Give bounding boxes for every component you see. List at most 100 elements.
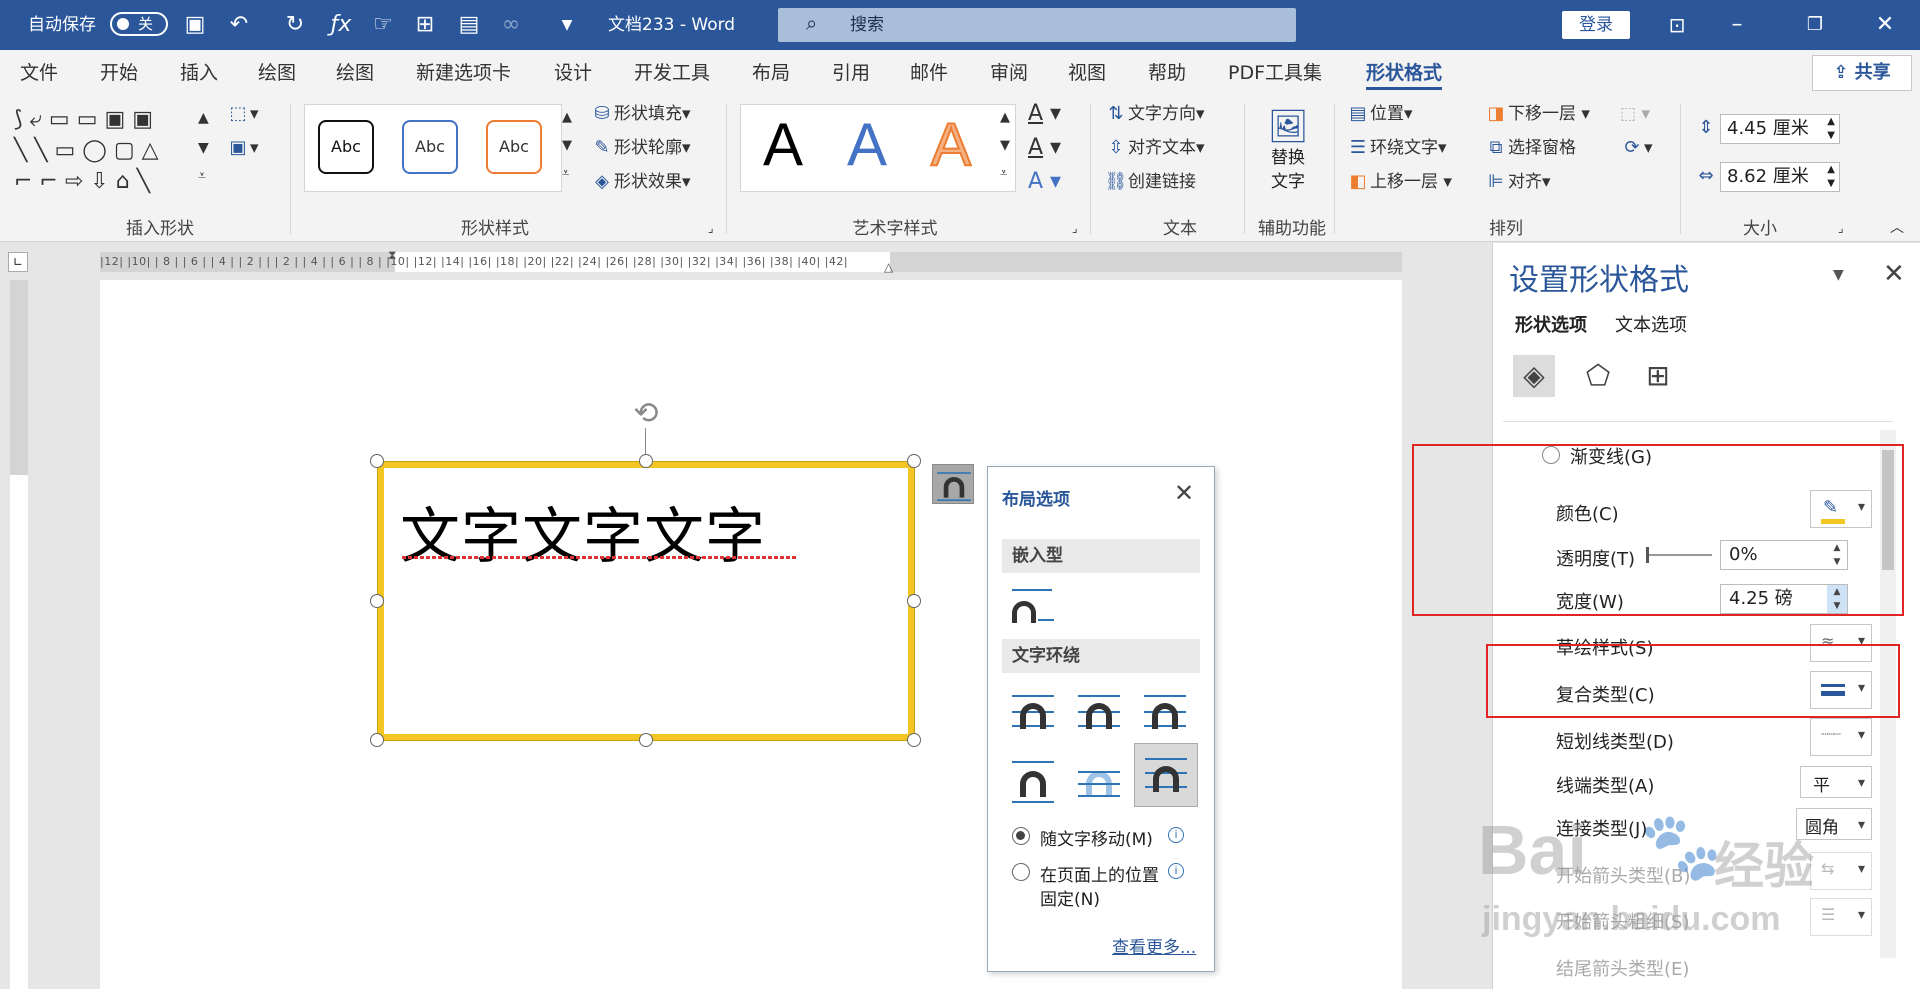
wrap-text-button[interactable]: ☰ 环绕文字▾ (1346, 134, 1447, 162)
tab-file[interactable]: 文件 (20, 50, 58, 96)
style-abc-black[interactable]: Abc (318, 120, 374, 174)
selection-pane-button[interactable]: ⧉ 选择窗格 (1484, 134, 1576, 162)
resize-handle-bl[interactable] (370, 733, 384, 747)
tab-home[interactable]: 开始 (100, 50, 138, 96)
horizontal-ruler[interactable]: |12| |10| | 8 | | 6 | | 4 | | 2 | | | 2 … (100, 248, 1402, 274)
textbox-text[interactable]: 文字文字文字 (400, 488, 766, 575)
indent-marker-icon[interactable]: ⧗ (388, 248, 396, 263)
ribbon-display-icon[interactable]: ⊡ (1662, 10, 1692, 40)
wordart-launcher-icon[interactable]: ⌟ (1072, 214, 1078, 242)
wrap-square-icon[interactable] (1006, 689, 1060, 737)
tab-pdf-tools[interactable]: PDF工具集 (1228, 50, 1322, 96)
send-backward-button[interactable]: ◨ 下移一层 ▾ (1484, 100, 1589, 128)
customize-toolbar-icon[interactable]: ▼ (552, 10, 582, 40)
collapse-ribbon-icon[interactable]: ︿ (1890, 214, 1904, 242)
tab-developer[interactable]: 开发工具 (634, 50, 710, 96)
fill-line-icon[interactable]: ◈ (1513, 355, 1555, 397)
tab-new[interactable]: 新建选项卡 (416, 50, 511, 96)
share-button[interactable]: ⇪ 共享 (1812, 55, 1912, 91)
height-input[interactable]: 4.45 厘米 ▲ ▼ (1720, 114, 1840, 144)
login-button[interactable]: 登录 (1562, 11, 1630, 39)
pane-close-icon[interactable]: ✕ (1883, 259, 1905, 289)
shape-outline-button[interactable]: ✎ 形状轮廓▾ (590, 134, 690, 162)
tab-text-options[interactable]: 文本选项 (1615, 311, 1687, 337)
rotate-icon[interactable]: ⟳ ▾ (1620, 134, 1652, 162)
wordart-orange[interactable]: A (916, 110, 986, 179)
tab-references[interactable]: 引用 (832, 50, 870, 96)
fix-position-radio[interactable] (1012, 863, 1030, 881)
search-box[interactable]: ⌕ 搜索 (778, 8, 1296, 42)
edit-shape-icon[interactable]: ⬚ ▾ (226, 100, 258, 128)
wrap-inline-icon[interactable] (1006, 583, 1060, 631)
function-icon[interactable]: ƒx (326, 10, 356, 40)
touch-mode-icon[interactable]: ☞ (368, 10, 398, 40)
tab-insert[interactable]: 插入 (180, 50, 218, 96)
resize-handle-r[interactable] (907, 594, 921, 608)
wordart-up-icon[interactable]: ▲ (1000, 104, 1010, 132)
resize-handle-br[interactable] (907, 733, 921, 747)
info-icon[interactable]: i (1168, 827, 1184, 843)
pane-options-icon[interactable]: ▼ (1833, 267, 1844, 283)
wordart-down-icon[interactable]: ▼ (1000, 132, 1010, 160)
tab-draw-2[interactable]: 绘图 (336, 50, 374, 96)
wordart-black[interactable]: A (748, 110, 818, 179)
save-icon[interactable]: ▣ (180, 10, 210, 40)
autosave-toggle[interactable]: 关 (110, 12, 168, 36)
wrap-through-icon[interactable] (1138, 689, 1192, 737)
link-icon[interactable]: ∞ (496, 10, 526, 40)
text-direction-button[interactable]: ⇅ 文字方向▾ (1104, 100, 1204, 128)
see-more-link[interactable]: 查看更多... (1112, 933, 1196, 958)
wordart-blue[interactable]: A (832, 110, 902, 179)
resize-handle-t[interactable] (639, 454, 653, 468)
dash-type-dropdown[interactable]: ┈┈┈ (1810, 718, 1872, 756)
vertical-ruler[interactable] (10, 280, 28, 989)
text-effects-icon[interactable]: A ▾ (1028, 168, 1061, 196)
tab-shape-options[interactable]: 形状选项 (1515, 311, 1587, 337)
resize-handle-tl[interactable] (370, 454, 384, 468)
gallery-down-icon[interactable]: ▼ (198, 134, 209, 162)
gallery-more-icon[interactable]: ⩡ (198, 162, 206, 190)
wrap-top-bottom-icon[interactable] (1006, 757, 1060, 805)
align-text-button[interactable]: ⇳ 对齐文本▾ (1104, 134, 1204, 162)
minimize-icon[interactable]: – (1722, 10, 1752, 40)
size-properties-icon[interactable]: ⊞ (1637, 355, 1679, 397)
resize-handle-l[interactable] (370, 594, 384, 608)
draw-textbox-icon[interactable]: ▣ ▾ (226, 134, 258, 162)
layout-options-button[interactable] (932, 464, 974, 504)
undo-icon[interactable]: ↶ (224, 10, 254, 40)
move-with-text-radio[interactable] (1012, 827, 1030, 845)
tab-layout[interactable]: 布局 (752, 50, 790, 96)
tab-view[interactable]: 视图 (1068, 50, 1106, 96)
wordart-more-icon[interactable]: ⩡ (1000, 160, 1007, 188)
shape-styles-launcher-icon[interactable]: ⌟ (708, 214, 714, 242)
tab-stop-selector[interactable]: ∟ (8, 252, 28, 272)
info-icon[interactable]: i (1168, 863, 1184, 879)
alt-text-button[interactable]: 🖼 替换 文字 (1262, 106, 1314, 216)
tab-draw-1[interactable]: 绘图 (258, 50, 296, 96)
tab-design[interactable]: 设计 (554, 50, 592, 96)
text-fill-icon[interactable]: A ▾ (1028, 100, 1061, 128)
tab-mailings[interactable]: 邮件 (910, 50, 948, 96)
shape-effects-button[interactable]: ◈ 形状效果▾ (590, 168, 690, 196)
style-down-icon[interactable]: ▼ (562, 132, 572, 160)
effects-pentagon-icon[interactable]: ⬠ (1577, 355, 1619, 397)
rotate-handle-icon[interactable]: ⟲ (628, 396, 664, 432)
style-more-icon[interactable]: ⩡ (562, 160, 569, 188)
org-chart-icon[interactable]: ⊞ (410, 10, 440, 40)
cap-type-dropdown[interactable]: 平 (1800, 766, 1872, 798)
bring-forward-button[interactable]: ◧ 上移一层 ▾ (1346, 168, 1451, 196)
redo-icon[interactable]: ↻ (280, 10, 310, 40)
shape-gallery[interactable]: ⟆⤶▭▭▣▣ ╲╲▭◯▢△ ⌐⌐⇨⇩⌂╲ (14, 104, 194, 200)
right-indent-icon[interactable]: △ (884, 260, 893, 274)
wrap-tight-icon[interactable] (1072, 689, 1126, 737)
align-button[interactable]: ⊫ 对齐▾ (1484, 168, 1550, 196)
text-outline-icon[interactable]: A ▾ (1028, 134, 1061, 162)
tab-help[interactable]: 帮助 (1148, 50, 1186, 96)
tab-shape-format[interactable]: 形状格式 (1366, 50, 1443, 96)
style-up-icon[interactable]: ▲ (562, 104, 572, 132)
print-preview-icon[interactable]: ▤ (454, 10, 484, 40)
begin-arrow-size-dropdown[interactable]: ☰ (1810, 898, 1872, 936)
size-launcher-icon[interactable]: ⌟ (1838, 214, 1844, 242)
begin-arrow-type-dropdown[interactable]: ⇆ (1810, 852, 1872, 890)
tab-review[interactable]: 审阅 (990, 50, 1028, 96)
